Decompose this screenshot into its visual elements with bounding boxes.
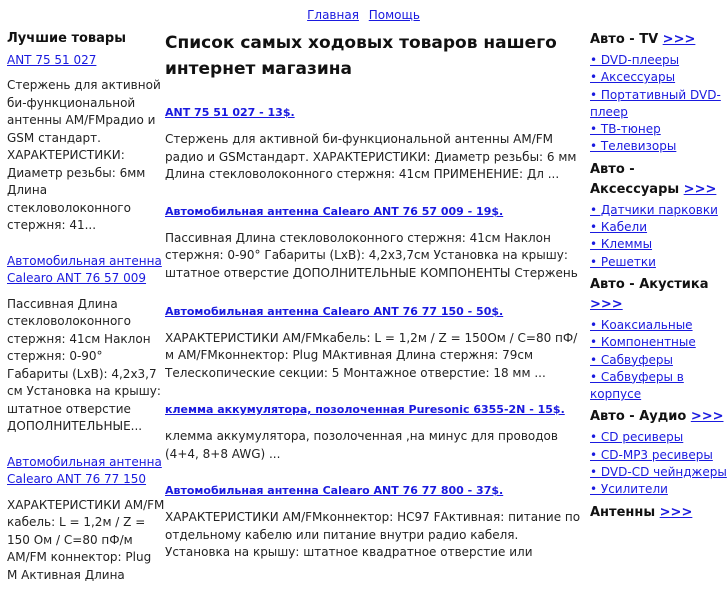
category-name: Антенны bbox=[590, 504, 656, 520]
best-product-description: Пассивная Длина стекловолоконного стержн… bbox=[7, 296, 161, 434]
category-link[interactable]: • Сабвуферы в корпусе bbox=[590, 369, 727, 404]
product-link[interactable]: Автомобильная антенна Calearo ANT 76 77 … bbox=[165, 305, 585, 318]
product-link[interactable]: ANT 75 51 027 - 13$. bbox=[165, 106, 585, 119]
main-content: Список самых ходовых товаров нашего инте… bbox=[165, 30, 585, 562]
best-product-item: Автомобильная антенна Calearo ANT 76 77 … bbox=[7, 454, 165, 585]
category-links: • DVD-плееры • Аксессуары • Портативный … bbox=[590, 52, 727, 156]
category-link[interactable]: • Аксессуары bbox=[590, 69, 727, 86]
category-block: Авто - Акустика >>> • Коаксиальные • Ком… bbox=[590, 275, 727, 403]
category-title: Антенны >>> bbox=[590, 503, 727, 523]
best-product-description: ХАРАКТЕРИСТИКИ AM/FM кабель: L = 1,2м / … bbox=[7, 497, 165, 582]
category-block: Антенны >>> bbox=[590, 503, 727, 523]
category-block: Авто - TV >>> • DVD-плееры • Аксессуары … bbox=[590, 30, 727, 156]
product-description: клемма аккумулятора, позолоченная ,на ми… bbox=[165, 429, 558, 461]
nav-home-link[interactable]: Главная bbox=[307, 8, 359, 22]
product-description: ХАРАКТЕРИСТИКИ AM/FMкабель: L = 1,2м / Z… bbox=[165, 330, 578, 380]
best-product-link[interactable]: ANT 75 51 027 bbox=[7, 52, 165, 70]
product-entry: Автомобильная антенна Calearo ANT 76 77 … bbox=[165, 484, 585, 562]
category-link[interactable]: • Кабели bbox=[590, 219, 727, 236]
category-link[interactable]: • Портативный DVD-плеер bbox=[590, 87, 727, 122]
best-product-item: ANT 75 51 027 Стержень для активной би-ф… bbox=[7, 52, 165, 235]
category-name: Авто - Акустика bbox=[590, 276, 709, 292]
category-title: Авто - Акустика >>> bbox=[590, 275, 727, 315]
category-more-link[interactable]: >>> bbox=[691, 409, 724, 424]
category-more-link[interactable]: >>> bbox=[590, 297, 623, 312]
product-link[interactable]: Автомобильная антенна Calearo ANT 76 57 … bbox=[165, 205, 585, 218]
category-link[interactable]: • Компонентные bbox=[590, 334, 727, 351]
category-title: Авто - TV >>> bbox=[590, 30, 727, 50]
page-title: Список самых ходовых товаров нашего инте… bbox=[165, 33, 557, 79]
best-product-item: Автомобильная антенна Calearo ANT 76 57 … bbox=[7, 253, 165, 436]
product-entry: ANT 75 51 027 - 13$. Стержень для активн… bbox=[165, 106, 585, 184]
category-link[interactable]: • DVD-CD чейнджеры bbox=[590, 464, 727, 481]
category-link[interactable]: • Клеммы bbox=[590, 236, 727, 253]
best-products-title: Лучшие товары bbox=[7, 31, 126, 46]
category-sidebar: Авто - TV >>> • DVD-плееры • Аксессуары … bbox=[590, 30, 727, 527]
product-link[interactable]: Автомобильная антенна Calearo ANT 76 77 … bbox=[165, 484, 585, 497]
category-link[interactable]: • Датчики парковки bbox=[590, 202, 727, 219]
top-navigation: Главная Помощь bbox=[0, 8, 727, 22]
best-products-sidebar: Лучшие товары ANT 75 51 027 Стержень для… bbox=[7, 30, 165, 602]
category-name: Авто - TV bbox=[590, 32, 659, 47]
product-description: ХАРАКТЕРИСТИКИ AM/FMконнектор: HC97 FАкт… bbox=[165, 510, 581, 559]
category-link[interactable]: • Усилители bbox=[590, 481, 727, 498]
category-link[interactable]: • Решетки bbox=[590, 254, 727, 271]
best-product-link[interactable]: Автомобильная антенна Calearo ANT 76 57 … bbox=[7, 253, 165, 288]
product-entry: Автомобильная антенна Calearo ANT 76 57 … bbox=[165, 205, 585, 284]
category-title: Авто - Аудио >>> bbox=[590, 407, 727, 427]
category-link[interactable]: • Коаксиальные bbox=[590, 317, 727, 334]
category-link[interactable]: • CD ресиверы bbox=[590, 429, 727, 446]
product-link[interactable]: клемма аккумулятора, позолоченная Pureso… bbox=[165, 403, 585, 416]
category-link[interactable]: • ТВ-тюнер bbox=[590, 121, 727, 138]
category-more-link[interactable]: >>> bbox=[660, 505, 693, 520]
product-description: Стержень для активной би-функциональной … bbox=[165, 132, 577, 181]
best-product-link[interactable]: Автомобильная антенна Calearo ANT 76 77 … bbox=[7, 454, 165, 489]
category-name: Авто - Аудио bbox=[590, 409, 687, 425]
best-product-description: Стержень для активной би-функциональной … bbox=[7, 78, 161, 232]
category-links: • Датчики парковки • Кабели • Клеммы • Р… bbox=[590, 202, 727, 271]
category-link[interactable]: • DVD-плееры bbox=[590, 52, 727, 69]
nav-help-link[interactable]: Помощь bbox=[369, 8, 420, 22]
product-entry: клемма аккумулятора, позолоченная Pureso… bbox=[165, 403, 585, 463]
category-more-link[interactable]: >>> bbox=[663, 32, 696, 47]
category-name: Авто - Аксессуары bbox=[590, 161, 680, 197]
category-block: Авто - Аудио >>> • CD ресиверы • CD-MP3 … bbox=[590, 407, 727, 498]
category-links: • CD ресиверы • CD-MP3 ресиверы • DVD-CD… bbox=[590, 429, 727, 498]
category-title: Авто - Аксессуары >>> bbox=[590, 160, 727, 200]
category-block: Авто - Аксессуары >>> • Датчики парковки… bbox=[590, 160, 727, 271]
category-link[interactable]: • CD-MP3 ресиверы bbox=[590, 447, 727, 464]
category-more-link[interactable]: >>> bbox=[684, 182, 717, 197]
product-description: Пассивная Длина стекловолоконного стержн… bbox=[165, 230, 578, 284]
product-entry: Автомобильная антенна Calearo ANT 76 77 … bbox=[165, 305, 585, 383]
category-links: • Коаксиальные • Компонентные • Сабвуфер… bbox=[590, 317, 727, 403]
category-link[interactable]: • Сабвуферы bbox=[590, 352, 727, 369]
category-link[interactable]: • Телевизоры bbox=[590, 138, 727, 155]
